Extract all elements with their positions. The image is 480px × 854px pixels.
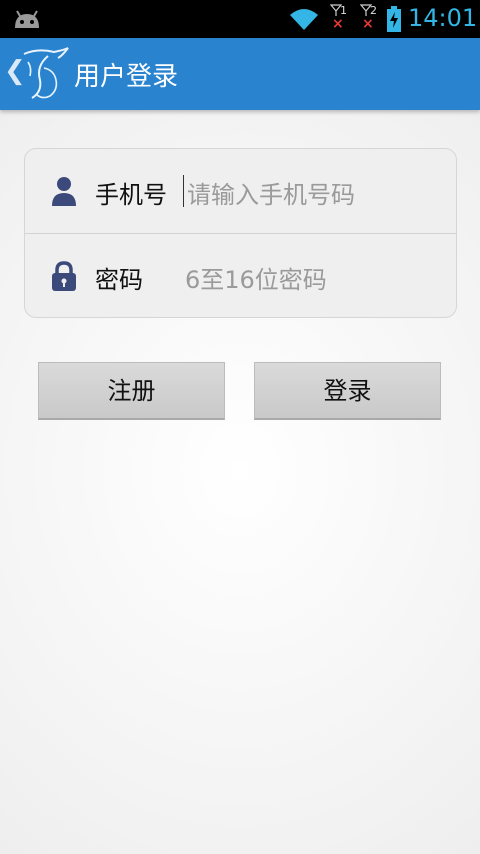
app-logo-icon[interactable] — [18, 46, 70, 102]
android-icon — [15, 10, 39, 28]
app-bar: ❮ 用户登录 — [0, 38, 480, 110]
password-row: 密码 6至16位密码 — [25, 233, 456, 318]
signal-sim2-icon: 2 × — [360, 4, 382, 34]
login-button[interactable]: 登录 — [254, 362, 441, 420]
text-cursor — [183, 175, 184, 207]
status-time: 14:01 — [408, 4, 478, 32]
sim1-error-mark: × — [332, 16, 344, 32]
user-icon — [52, 177, 76, 206]
wifi-icon — [290, 9, 318, 30]
password-input[interactable]: 6至16位密码 — [183, 258, 433, 294]
sim2-error-mark: × — [362, 16, 374, 32]
register-button[interactable]: 注册 — [38, 362, 225, 420]
page-title: 用户登录 — [74, 62, 179, 92]
password-placeholder: 6至16位密码 — [185, 266, 327, 294]
phone-input[interactable]: 请输入手机号码 — [183, 173, 433, 209]
signal-sim1-icon: 1 × — [330, 4, 352, 34]
status-bar: 1 × 2 × 14:01 — [0, 0, 480, 38]
phone-placeholder: 请输入手机号码 — [187, 181, 355, 209]
password-label: 密码 — [95, 266, 143, 294]
login-form-card: 手机号 请输入手机号码 密码 6至16位密码 — [24, 148, 457, 318]
lock-icon — [52, 261, 76, 291]
phone-label: 手机号 — [95, 181, 167, 209]
battery-charging-icon — [387, 6, 401, 32]
phone-row: 手机号 请输入手机号码 — [25, 149, 456, 233]
